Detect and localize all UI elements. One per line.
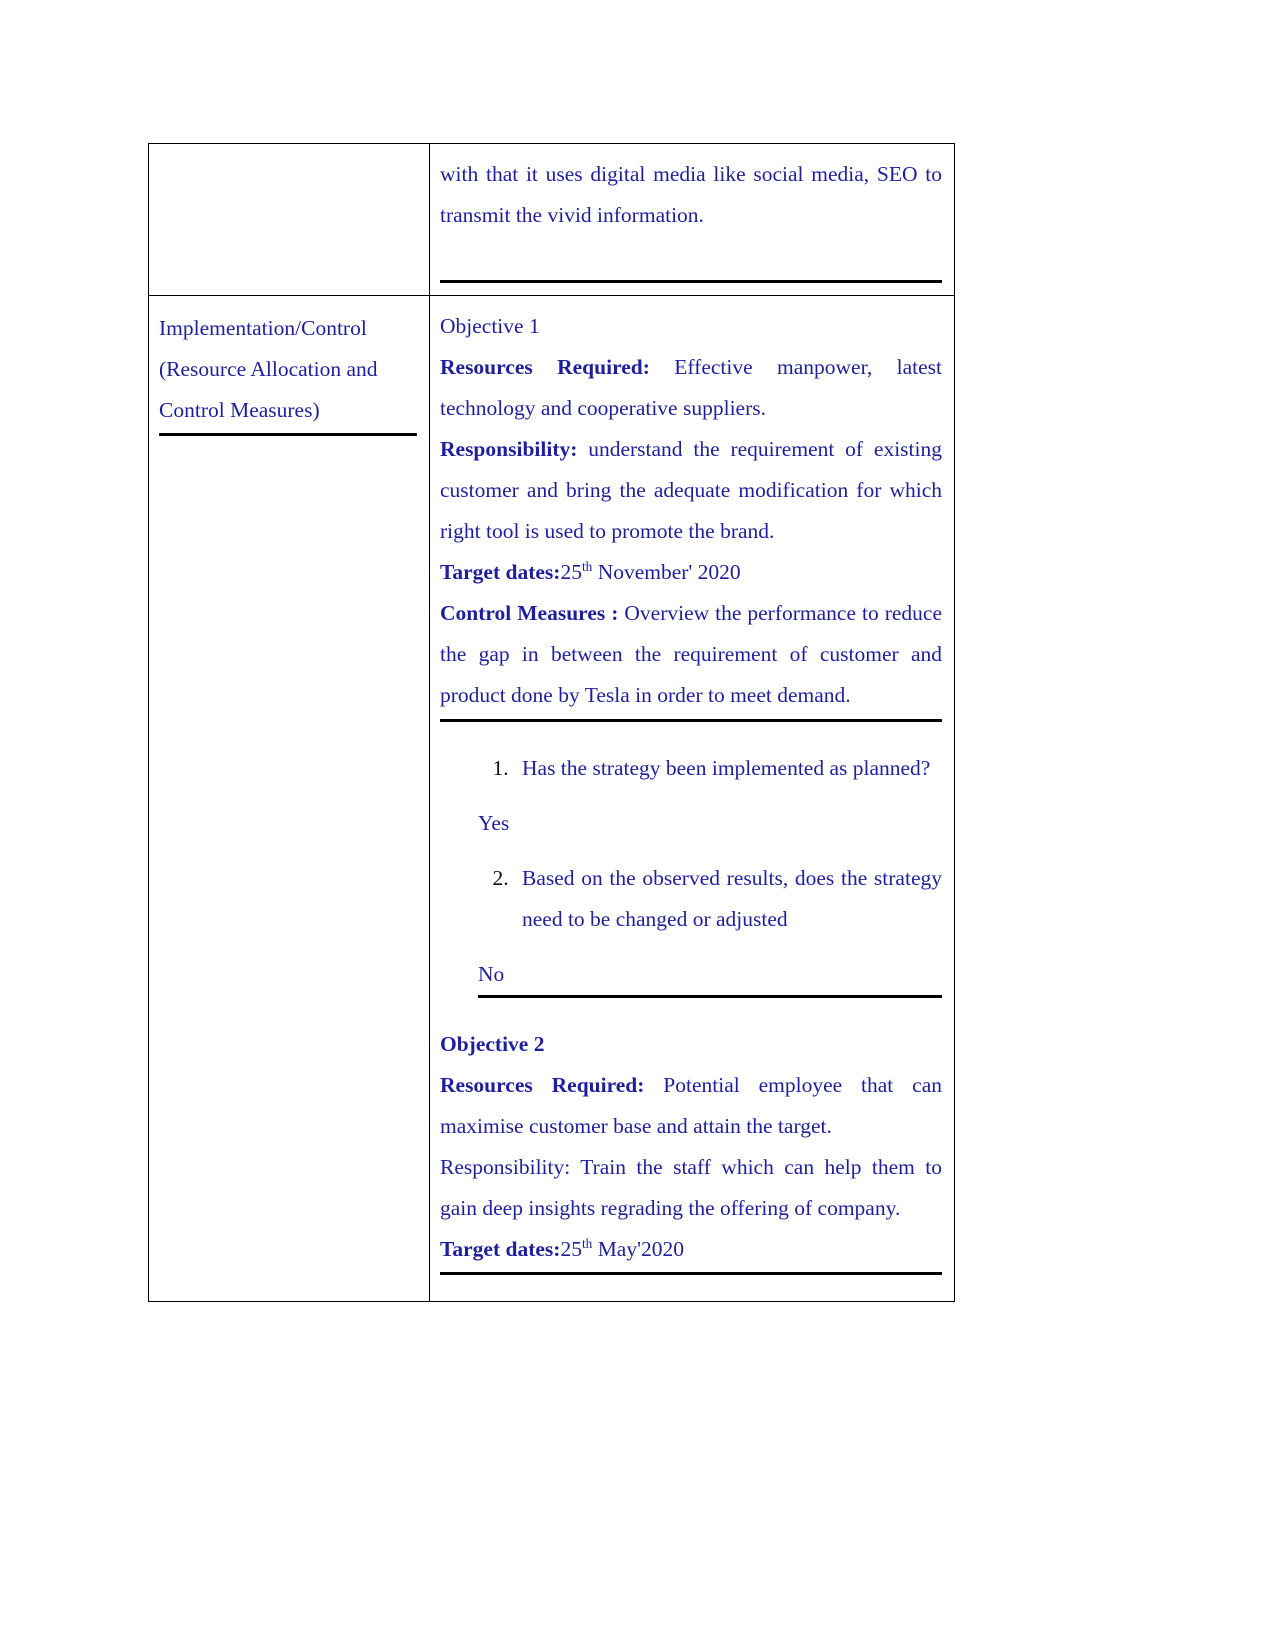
document-page: with that it uses digital media like soc… <box>0 0 1275 1651</box>
question-1-text: Has the strategy been implemented as pla… <box>522 756 931 780</box>
table-cell-right-content: Objective 1 Resources Required: Effectiv… <box>429 295 955 1302</box>
target-dates-day: 25 <box>560 560 582 584</box>
target-dates-label: Target dates: <box>440 1237 561 1261</box>
objective-2-target-dates: Target dates:25th May'2020 <box>440 1229 942 1270</box>
table-cell-right-continuation: with that it uses digital media like soc… <box>429 143 955 296</box>
objective-2-heading: Objective 2 <box>440 1032 545 1056</box>
content-table: with that it uses digital media like soc… <box>148 143 955 1302</box>
resources-required-label: Resources Required: <box>440 1073 645 1097</box>
target-dates-day: 25 <box>560 1237 582 1261</box>
objective-1-heading: Objective 1 <box>440 314 540 338</box>
objective-1-resources: Resources Required: Effective manpower, … <box>440 347 942 429</box>
horizontal-rule <box>159 433 417 436</box>
table-cell-left-label: Implementation/Control (Resource Allocat… <box>148 295 430 1302</box>
target-dates-ordinal: th <box>581 558 593 574</box>
question-2-text: Based on the observed results, does the … <box>522 866 942 931</box>
list-item: Has the strategy been implemented as pla… <box>514 748 942 789</box>
question-list-2: Based on the observed results, does the … <box>440 858 942 940</box>
left-label-line-2: (Resource Allocation and <box>159 357 378 381</box>
left-label-line-1: Implementation/Control <box>159 316 367 340</box>
objective-1-responsibility: Responsibility: understand the requireme… <box>440 429 942 552</box>
responsibility-label: Responsibility: <box>440 1155 571 1179</box>
left-label-line-3: Control Measures) <box>159 398 320 422</box>
left-label-block: Implementation/Control (Resource Allocat… <box>159 306 417 436</box>
continued-paragraph: with that it uses digital media like soc… <box>440 162 942 227</box>
control-measures-label: Control Measures : <box>440 601 619 625</box>
target-dates-ordinal: th <box>581 1235 593 1251</box>
question-1-answer: Yes <box>478 811 510 835</box>
question-2-answer: No <box>478 962 505 986</box>
objective-2-heading-wrap: Objective 2 <box>440 1024 942 1065</box>
table-cell-left-empty <box>148 143 430 296</box>
resources-required-label: Resources Required: <box>440 355 650 379</box>
question-list-1: Has the strategy been implemented as pla… <box>440 748 942 789</box>
target-dates-label: Target dates: <box>440 560 561 584</box>
objective-2-resources: Resources Required: Potential employee t… <box>440 1065 942 1147</box>
table-row: with that it uses digital media like soc… <box>148 143 955 296</box>
objective-1-control-measures: Control Measures : Overview the performa… <box>440 593 942 716</box>
list-item: Based on the observed results, does the … <box>514 858 942 940</box>
target-dates-rest: May'2020 <box>592 1237 684 1261</box>
table-row: Implementation/Control (Resource Allocat… <box>148 295 955 1302</box>
empty-cell-content <box>159 154 417 156</box>
responsibility-label: Responsibility: <box>440 437 578 461</box>
objective-2-responsibility: Responsibility: Train the staff which ca… <box>440 1147 942 1229</box>
target-dates-rest: November' 2020 <box>592 560 741 584</box>
horizontal-rule <box>440 280 942 283</box>
objective-1-target-dates: Target dates:25th November' 2020 <box>440 552 942 593</box>
